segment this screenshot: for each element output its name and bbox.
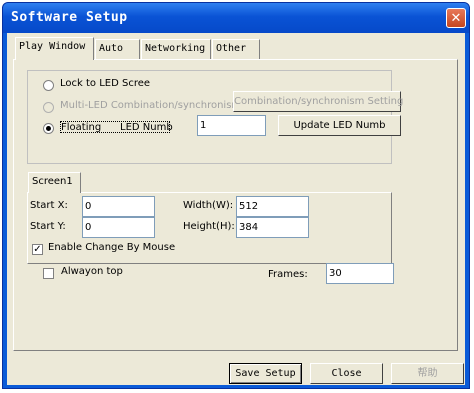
screen1-panel: Start X: 0 Start Y: 0 Width(W): 512 Heig… <box>27 192 392 264</box>
lock-to-led-label: Lock to LED Scree <box>60 78 151 89</box>
tab-other[interactable]: Other <box>212 39 260 59</box>
update-led-numb-button[interactable]: Update LED Numb <box>278 115 401 136</box>
multi-led-label: Multi-LED Combination/synchronism <box>60 100 242 111</box>
width-input[interactable]: 512 <box>236 196 309 217</box>
height-label: Height(H): <box>183 221 235 232</box>
lock-to-led-radio[interactable] <box>43 80 54 91</box>
always-on-top-label: Alwayon top <box>61 266 123 277</box>
floating-radio[interactable] <box>43 123 54 134</box>
width-label: Width(W): <box>183 200 234 211</box>
close-window-button[interactable]: ✕ <box>446 8 466 28</box>
start-x-label: Start X: <box>30 200 68 211</box>
help-button: 帮助 <box>391 363 464 384</box>
tab-label: Networking <box>145 43 206 54</box>
start-y-label: Start Y: <box>30 221 66 232</box>
tab-screen1[interactable]: Screen1 <box>28 172 81 193</box>
save-setup-button[interactable]: Save Setup <box>229 363 302 384</box>
tab-label: Play Window <box>19 41 86 52</box>
close-icon: ✕ <box>450 11 462 26</box>
combination-setting-button: Combination/synchronism Setting <box>233 91 403 112</box>
tab-networking[interactable]: Networking <box>141 39 211 59</box>
dialog-client-area: Play Window Auto Networking Other Lock t… <box>7 33 465 385</box>
start-x-input[interactable]: 0 <box>82 196 155 217</box>
start-y-input[interactable]: 0 <box>82 217 155 238</box>
frames-label: Frames: <box>268 269 308 280</box>
window-title: Software Setup <box>11 10 128 25</box>
frames-input[interactable]: 30 <box>326 263 394 284</box>
tab-auto[interactable]: Auto <box>95 39 140 59</box>
tab-play-window[interactable]: Play Window <box>15 37 94 60</box>
close-button[interactable]: Close <box>310 363 383 384</box>
tab-label: Screen1 <box>32 176 73 187</box>
play-window-panel: Lock to LED Scree Multi-LED Combination/… <box>13 59 458 351</box>
height-input[interactable]: 384 <box>236 217 309 238</box>
led-numb-input[interactable]: 1 <box>197 115 266 136</box>
tab-label: Auto <box>99 43 124 54</box>
led-numb-label: LED Numb <box>120 122 173 133</box>
display-mode-group: Lock to LED Scree Multi-LED Combination/… <box>27 70 403 164</box>
always-on-top-checkbox[interactable] <box>43 268 54 279</box>
check-icon: ✓ <box>33 244 42 255</box>
floating-label: Floating <box>61 122 102 133</box>
multi-led-radio <box>43 102 54 113</box>
enable-mouse-label: Enable Change By Mouse <box>48 242 176 253</box>
title-bar[interactable]: Software Setup ✕ <box>3 3 469 33</box>
software-setup-window: Software Setup ✕ Play Window Auto Networ… <box>2 2 470 389</box>
enable-mouse-checkbox[interactable]: ✓ <box>32 244 43 255</box>
tab-label: Other <box>216 43 247 54</box>
floating-label-focus: Floating LED Numb <box>60 121 173 133</box>
